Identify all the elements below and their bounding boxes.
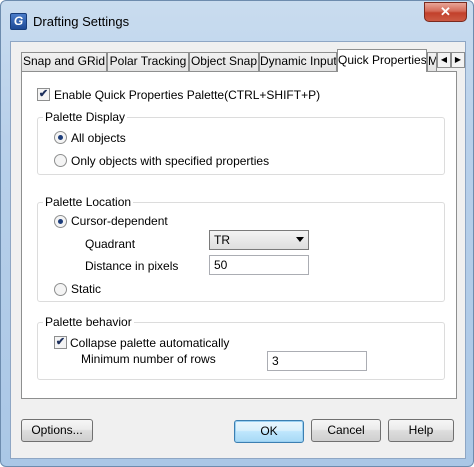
- options-button[interactable]: Options...: [21, 419, 93, 442]
- radio-static[interactable]: [54, 283, 67, 296]
- arrow-right-icon: ▶: [454, 55, 462, 64]
- quadrant-value: TR: [214, 233, 230, 247]
- dialog-window: G Drafting Settings ✕ Snap and GRid Pola…: [0, 0, 474, 467]
- palette-behavior-group: [37, 322, 445, 380]
- min-rows-label: Minimum number of rows: [81, 352, 216, 366]
- tab-more-truncated[interactable]: M: [427, 52, 437, 71]
- help-button[interactable]: Help: [388, 419, 454, 442]
- title-bar[interactable]: G Drafting Settings ✕: [1, 1, 473, 41]
- enable-quick-properties-label[interactable]: Enable Quick Properties Palette(CTRL+SHI…: [54, 88, 320, 102]
- quadrant-label: Quadrant: [85, 237, 136, 251]
- radio-specified-objects[interactable]: [54, 154, 67, 167]
- tab-quick-properties[interactable]: Quick Properties: [337, 49, 427, 72]
- distance-input[interactable]: 50: [209, 255, 309, 275]
- tab-scroll-right-button[interactable]: ▶: [451, 52, 465, 68]
- palette-location-title: Palette Location: [43, 195, 134, 209]
- quadrant-dropdown[interactable]: TR: [209, 230, 309, 250]
- distance-label: Distance in pixels: [85, 259, 179, 273]
- arrow-left-icon: ◀: [440, 55, 448, 64]
- enable-quick-properties-checkbox[interactable]: ✔: [37, 88, 50, 101]
- tab-strip: Snap and GRid Polar Tracking Object Snap…: [21, 49, 465, 72]
- checkmark-icon: ✔: [55, 336, 66, 348]
- app-logo-icon: G: [10, 13, 27, 30]
- dialog-client-area: Snap and GRid Polar Tracking Object Snap…: [10, 41, 466, 459]
- specified-objects-label[interactable]: Only objects with specified properties: [71, 154, 269, 168]
- tab-polar-tracking[interactable]: Polar Tracking: [107, 52, 189, 71]
- ok-button[interactable]: OK: [234, 420, 304, 443]
- static-label[interactable]: Static: [71, 282, 101, 296]
- tab-snap-and-grid[interactable]: Snap and GRid: [21, 52, 107, 71]
- collapse-palette-checkbox[interactable]: ✔: [54, 336, 67, 349]
- collapse-palette-label[interactable]: Collapse palette automatically: [70, 336, 229, 350]
- close-icon: ✕: [440, 4, 451, 19]
- quick-properties-page: ✔ Enable Quick Properties Palette(CTRL+S…: [21, 71, 457, 399]
- palette-behavior-title: Palette behavior: [43, 315, 134, 329]
- tab-scroll-left-button[interactable]: ◀: [437, 52, 451, 68]
- palette-display-title: Palette Display: [43, 110, 128, 124]
- radio-cursor-dependent[interactable]: [54, 215, 67, 228]
- cursor-dependent-label[interactable]: Cursor-dependent: [71, 214, 168, 228]
- all-objects-label[interactable]: All objects: [71, 131, 126, 145]
- window-title: Drafting Settings: [33, 14, 130, 29]
- radio-all-objects[interactable]: [54, 131, 67, 144]
- checkmark-icon: ✔: [38, 88, 49, 100]
- tab-object-snap[interactable]: Object Snap: [189, 52, 259, 71]
- close-button[interactable]: ✕: [424, 2, 467, 22]
- min-rows-input[interactable]: 3: [267, 351, 367, 371]
- tab-dynamic-input[interactable]: Dynamic Input: [259, 52, 337, 71]
- chevron-down-icon: [296, 237, 304, 242]
- cancel-button[interactable]: Cancel: [311, 419, 381, 442]
